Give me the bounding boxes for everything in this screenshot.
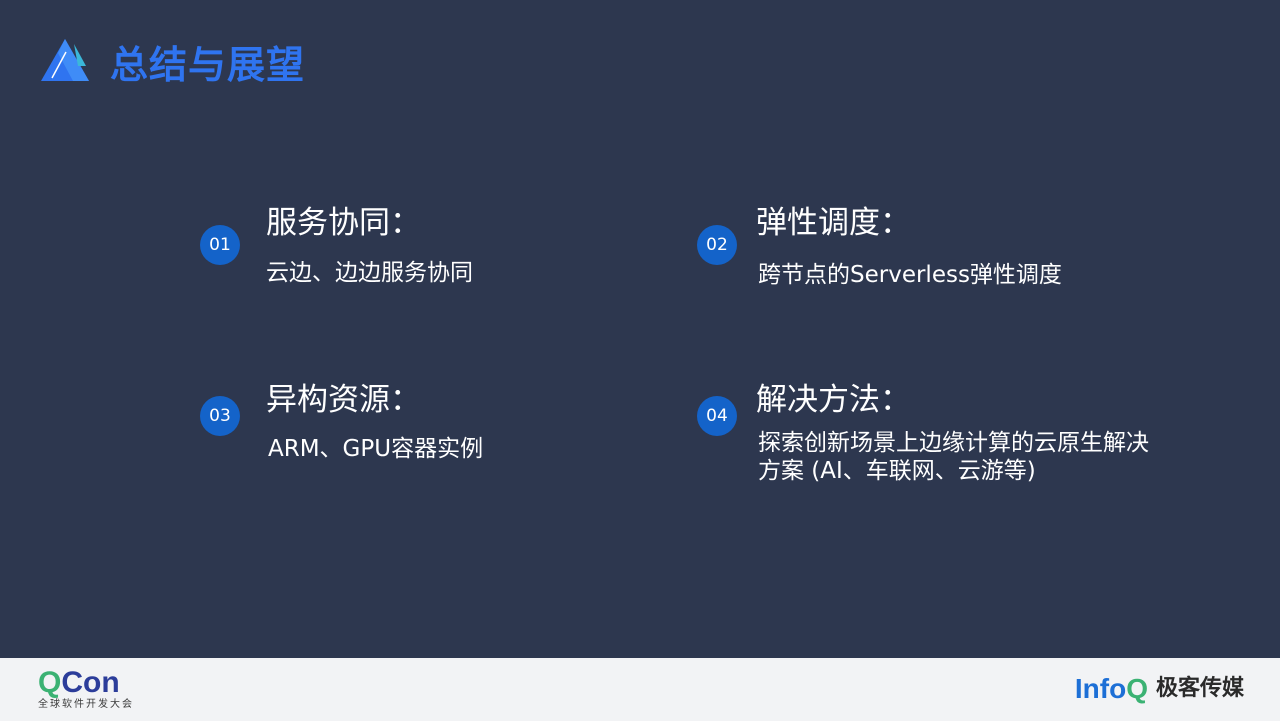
qcon-logo: QCon 全球软件开发大会: [38, 668, 134, 711]
item-description: 云边、边边服务协同: [266, 260, 473, 286]
number-badge: 01: [200, 225, 240, 265]
item-description-line-1: 探索创新场景上边缘计算的云原生解决: [758, 430, 1149, 456]
infoq-chinese-name: 极客传媒: [1155, 676, 1244, 701]
number-badge: 04: [697, 396, 737, 436]
item-description-line-2: 方案 (AI、车联网、云游等): [758, 458, 1036, 484]
page-title: 总结与展望: [110, 43, 306, 87]
footer-bar: QCon 全球软件开发大会 InfoQ 极客传媒: [0, 658, 1280, 721]
item-heading: 异构资源：: [266, 382, 421, 418]
infoq-logo: InfoQ 极客传媒: [1075, 672, 1244, 706]
item-description: 跨节点的Serverless弹性调度: [758, 262, 1062, 288]
number-badge: 03: [200, 396, 240, 436]
item-description: ARM、GPU容器实例: [268, 436, 484, 462]
item-heading: 弹性调度：: [756, 205, 911, 241]
infoq-wordmark: InfoQ: [1074, 673, 1148, 704]
qcon-wordmark: QCon: [38, 666, 120, 699]
number-badge: 02: [697, 225, 737, 265]
item-heading: 解决方法：: [756, 382, 911, 418]
item-heading: 服务协同：: [266, 205, 421, 241]
qcon-subtitle: 全球软件开发大会: [38, 699, 134, 710]
slide: 总结与展望 01 服务协同： 云边、边边服务协同 02 弹性调度： 跨节点的Se…: [0, 0, 1280, 658]
triangle-logo-icon: [41, 39, 89, 81]
